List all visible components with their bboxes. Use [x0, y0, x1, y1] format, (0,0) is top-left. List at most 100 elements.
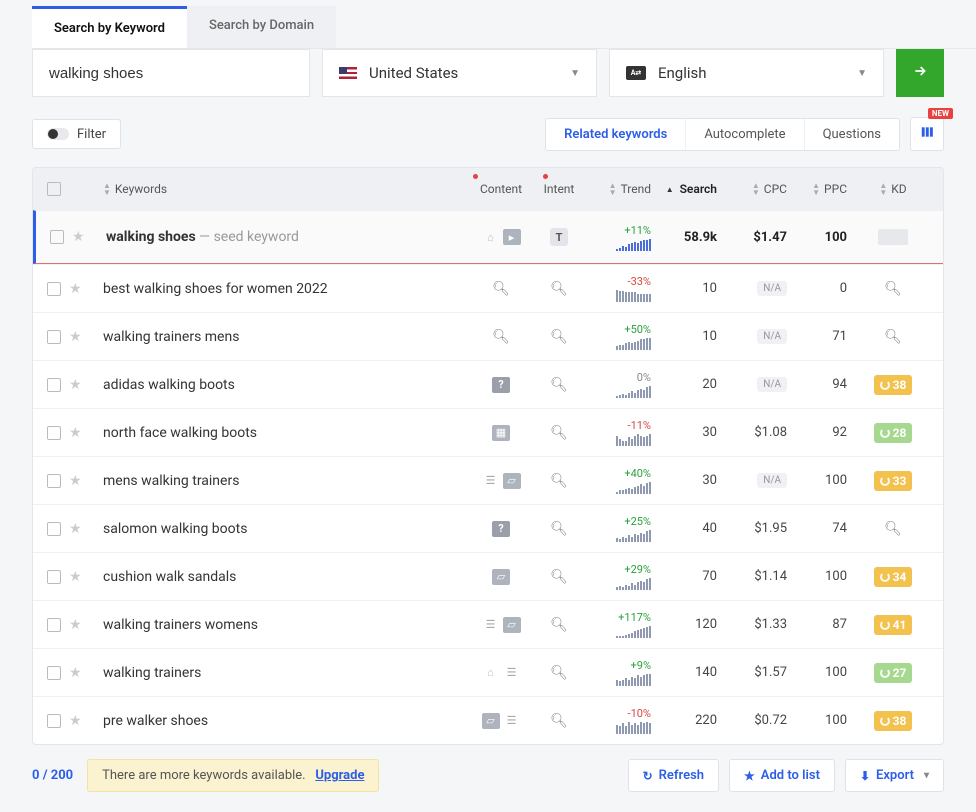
trend-sparkline: [616, 578, 651, 590]
magnifier-icon[interactable]: 🔍︎: [884, 281, 902, 297]
table-row[interactable]: ★walking trainers womens☰▱🔍︎+117%120$1.3…: [33, 600, 943, 648]
home-icon: ⌂: [482, 229, 500, 245]
row-checkbox[interactable]: [47, 426, 61, 440]
language-select[interactable]: A⇄ English ▼: [609, 49, 884, 97]
favorite-star[interactable]: ★: [69, 617, 82, 633]
table-row[interactable]: ★north face walking boots▦🔍︎-11%30$1.089…: [33, 408, 943, 456]
keywords-table: ▲▼Keywords Content Intent ▲▼Trend ▲Searc…: [32, 167, 944, 745]
col-cpc[interactable]: ▲▼CPC: [727, 182, 797, 196]
indicator-dot-icon: [473, 174, 478, 179]
keyword-cell: walking shoes — seed keyword: [98, 229, 471, 245]
table-row[interactable]: ★walking trainers⌂☰🔍︎+9%140$1.5710027: [33, 648, 943, 696]
selection-count: 0 / 200: [32, 768, 73, 783]
favorite-star[interactable]: ★: [72, 229, 85, 245]
favorite-star[interactable]: ★: [69, 377, 82, 393]
ppc-value: 87: [797, 617, 857, 632]
col-intent[interactable]: Intent: [531, 182, 587, 196]
tab-search-keyword[interactable]: Search by Keyword: [32, 6, 187, 48]
table-body[interactable]: ★walking shoes — seed keyword⌂▸T+11%58.9…: [33, 210, 943, 744]
content-icons: ☰▱: [482, 473, 521, 489]
ppc-value: 74: [797, 521, 857, 536]
cpc-value: $1.47: [753, 230, 787, 245]
tab-search-domain[interactable]: Search by Domain: [187, 6, 336, 48]
flag-us-icon: [339, 67, 357, 79]
magnifier-icon[interactable]: 🔍︎: [884, 521, 902, 537]
col-content[interactable]: Content: [471, 182, 531, 196]
table-row[interactable]: ★salomon walking boots?🔍︎+25%40$1.9574🔍︎: [33, 504, 943, 552]
trend-sparkline: [616, 674, 651, 686]
col-search[interactable]: ▲Search: [657, 182, 727, 196]
favorite-star[interactable]: ★: [69, 281, 82, 297]
ppc-value: 94: [797, 377, 857, 392]
favorite-star[interactable]: ★: [69, 569, 82, 585]
col-keywords[interactable]: ▲▼Keywords: [95, 182, 471, 196]
favorite-star[interactable]: ★: [69, 425, 82, 441]
row-checkbox[interactable]: [47, 618, 61, 632]
refresh-button[interactable]: ↻ Refresh: [628, 759, 719, 792]
filter-label: Filter: [77, 127, 106, 142]
favorite-star[interactable]: ★: [69, 521, 82, 537]
row-checkbox[interactable]: [47, 330, 61, 344]
keyword-input-box[interactable]: [32, 49, 310, 97]
favorite-star[interactable]: ★: [69, 329, 82, 345]
upgrade-link[interactable]: Upgrade: [315, 768, 364, 783]
table-row[interactable]: ★walking trainers mens🔍︎🔍︎+50%10N/A71🔍︎: [33, 312, 943, 360]
segment-related[interactable]: Related keywords: [546, 119, 685, 150]
home-icon: ⌂: [482, 665, 500, 681]
table-row[interactable]: ★best walking shoes for women 2022🔍︎🔍︎-3…: [33, 264, 943, 312]
magnifier-icon: 🔍︎: [550, 281, 568, 297]
filter-button[interactable]: Filter: [32, 119, 121, 149]
row-checkbox[interactable]: [47, 474, 61, 488]
language-label: English: [658, 64, 707, 82]
keyword-input[interactable]: [49, 65, 293, 82]
kd-badge: 27: [874, 663, 913, 683]
favorite-star[interactable]: ★: [69, 665, 82, 681]
trend-pct: +11%: [624, 224, 651, 237]
row-checkbox[interactable]: [47, 666, 61, 680]
columns-button[interactable]: NEW: [910, 117, 944, 151]
row-checkbox[interactable]: [47, 378, 61, 392]
keyword-cell: walking trainers mens: [95, 329, 471, 345]
calendar-icon: ▦: [492, 425, 510, 441]
search-button[interactable]: [896, 49, 944, 97]
table-row[interactable]: ★mens walking trainers☰▱🔍︎+40%30N/A10033: [33, 456, 943, 504]
footer-row: 0 / 200 There are more keywords availabl…: [32, 759, 944, 792]
magnifier-icon[interactable]: 🔍︎: [884, 329, 902, 345]
trend-pct: -33%: [628, 275, 651, 288]
table-row[interactable]: ★cushion walk sandals▱🔍︎+29%70$1.1410034: [33, 552, 943, 600]
row-checkbox[interactable]: [47, 282, 61, 296]
segment-autocomplete[interactable]: Autocomplete: [685, 119, 803, 150]
keyword-cell: walking trainers: [95, 665, 471, 681]
table-row[interactable]: ★pre walker shoes▱☰🔍︎-10%220$0.7210038: [33, 696, 943, 744]
trend-sparkline: [616, 530, 651, 542]
col-trend[interactable]: ▲▼Trend: [587, 182, 657, 196]
select-all-checkbox[interactable]: [47, 182, 61, 196]
row-checkbox[interactable]: [47, 570, 61, 584]
row-checkbox[interactable]: [47, 522, 61, 536]
trend-sparkline: [616, 290, 651, 302]
table-row[interactable]: ★adidas walking boots?🔍︎0%20N/A9438: [33, 360, 943, 408]
trend-sparkline: [616, 722, 651, 734]
col-kd[interactable]: ▲▼KD: [857, 182, 929, 196]
table-row[interactable]: ★walking shoes — seed keyword⌂▸T+11%58.9…: [33, 210, 943, 264]
col-ppc[interactable]: ▲▼PPC: [797, 182, 857, 196]
kd-empty: [878, 229, 908, 245]
favorite-star[interactable]: ★: [69, 473, 82, 489]
add-to-list-button[interactable]: ★ Add to list: [729, 759, 835, 792]
indicator-dot-icon: [543, 174, 548, 179]
columns-icon: [920, 125, 934, 143]
magnifier-icon: 🔍︎: [550, 329, 568, 345]
keyword-cell: adidas walking boots: [95, 377, 471, 393]
keyword-cell: north face walking boots: [95, 425, 471, 441]
export-button[interactable]: ⬇ Export ▾: [845, 759, 944, 792]
ppc-value: 100: [797, 569, 857, 584]
content-icons: 🔍︎: [492, 281, 510, 297]
download-icon: ⬇: [860, 769, 870, 783]
new-badge: NEW: [928, 108, 953, 119]
segment-questions[interactable]: Questions: [804, 119, 899, 150]
row-checkbox[interactable]: [47, 714, 61, 728]
favorite-star[interactable]: ★: [69, 713, 82, 729]
upgrade-banner: There are more keywords available. Upgra…: [87, 759, 379, 792]
row-checkbox[interactable]: [50, 230, 64, 244]
country-select[interactable]: United States ▼: [322, 49, 597, 97]
